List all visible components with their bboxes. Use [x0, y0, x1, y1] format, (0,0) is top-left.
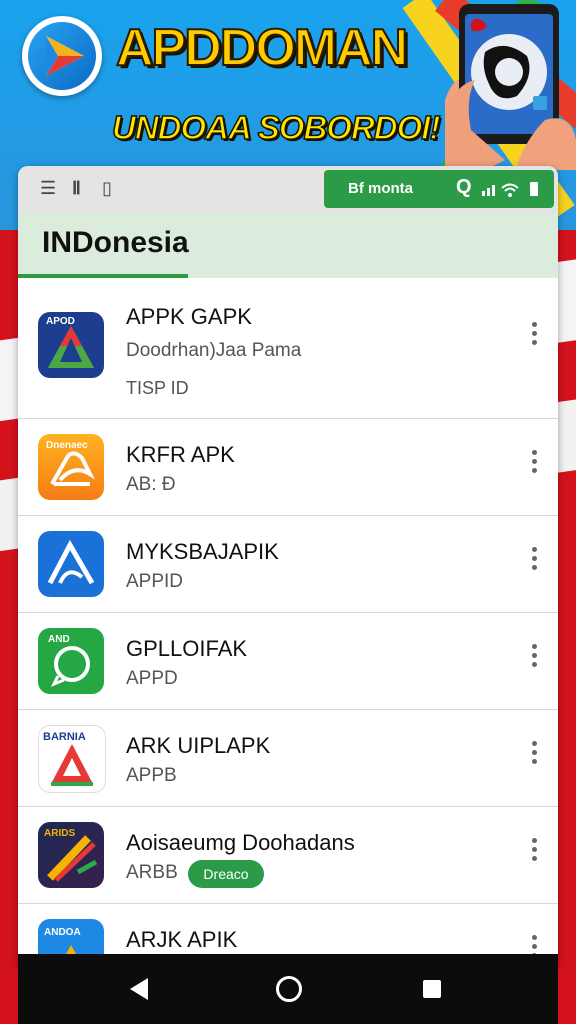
triangle-logo-icon: APOD	[38, 312, 104, 378]
battery-icon	[530, 182, 538, 196]
dark-brush-icon: ARIDS	[38, 822, 104, 888]
app-name: MYKSBAJAPIK	[126, 539, 279, 564]
app-name: GPLLOIFAK	[126, 636, 248, 661]
back-icon[interactable]	[130, 978, 148, 1000]
search-icon[interactable]: Q	[456, 176, 472, 199]
app-meta: APPB	[126, 765, 177, 786]
section-header: INDonesia	[18, 212, 558, 278]
bars-icon[interactable]: Ⅱ	[72, 178, 81, 199]
list-item[interactable]: BARNIA ARK UIPLAPK APPB	[18, 709, 558, 807]
recent-apps-icon[interactable]	[423, 980, 441, 998]
green-chat-icon: AND	[38, 628, 104, 694]
home-icon[interactable]	[276, 976, 302, 1002]
app-description: Doodrhan)Jaa Pama	[126, 340, 302, 361]
app-meta: APPID	[126, 571, 184, 592]
app-meta: TISP ID	[126, 378, 189, 398]
banner-title: APDDOMAN	[115, 18, 409, 78]
play-logo	[22, 16, 102, 96]
app-name: ARK UIPLAPK	[126, 733, 271, 758]
icon-label: Dnenaec	[46, 440, 88, 451]
icon-label: AND	[48, 634, 70, 645]
list-item[interactable]: APOD APPK GAPK Doodrhan)Jaa Pama TISP ID	[18, 282, 558, 419]
signal-bar	[487, 188, 490, 196]
app-name: Aoisaeumg Doohadans	[126, 830, 355, 855]
play-triangle-icon	[46, 36, 84, 76]
battery-small-icon[interactable]: ▯	[102, 178, 112, 199]
list-item[interactable]: Dnenaec KRFR APK AB: Đ	[18, 418, 558, 516]
list-item[interactable]: MYKSBAJAPIK APPID	[18, 515, 558, 613]
wifi-icon	[501, 183, 519, 197]
status-toolbar: ☰ Ⅱ ▯ Bf monta Q	[18, 166, 558, 212]
app-name: KRFR APK	[126, 442, 235, 467]
more-options-icon[interactable]	[532, 838, 538, 865]
signal-bar	[482, 191, 485, 196]
icon-label: ANDOA	[44, 927, 81, 938]
more-options-icon[interactable]	[532, 644, 538, 671]
banner-subtitle: UNDOAA SOBORDOI!	[111, 108, 441, 147]
phone-in-hand-illustration	[445, 4, 576, 170]
app-meta: AB: Đ	[126, 474, 176, 495]
play-logo-inner	[28, 22, 96, 90]
list-item[interactable]: AND GPLLOIFAK APPD	[18, 612, 558, 710]
app-name: APPK GAPK	[126, 304, 252, 329]
more-options-icon[interactable]	[532, 547, 538, 574]
status-badge[interactable]: Dreaco	[188, 860, 264, 888]
icon-label: BARNIA	[43, 731, 86, 743]
more-options-icon[interactable]	[532, 450, 538, 477]
signal-bar	[492, 185, 495, 196]
section-tab-indicator	[18, 274, 188, 278]
list-icon[interactable]: ☰	[40, 178, 56, 199]
blue-a-icon	[38, 531, 104, 597]
status-panel-label: Bf monta	[348, 180, 413, 197]
more-options-icon[interactable]	[532, 322, 538, 349]
icon-label: APOD	[46, 316, 75, 327]
app-meta: APPD	[126, 668, 178, 689]
list-item[interactable]: ARIDS Aoisaeumg Doohadans ARBB Dreaco	[18, 806, 558, 904]
system-nav-bar	[18, 954, 558, 1024]
app-list-card: ☰ Ⅱ ▯ Bf monta Q INDonesia APOD APPK GAP…	[18, 166, 558, 966]
icon-label: ARIDS	[44, 828, 75, 839]
app-name: ARJK APIK	[126, 927, 238, 952]
more-options-icon[interactable]	[532, 741, 538, 768]
red-a-icon: BARNIA	[38, 725, 106, 793]
app-meta: ARBB	[126, 862, 178, 883]
status-panel[interactable]: Bf monta Q	[324, 170, 554, 208]
section-title: INDonesia	[42, 226, 189, 259]
orange-a-icon: Dnenaec	[38, 434, 104, 500]
